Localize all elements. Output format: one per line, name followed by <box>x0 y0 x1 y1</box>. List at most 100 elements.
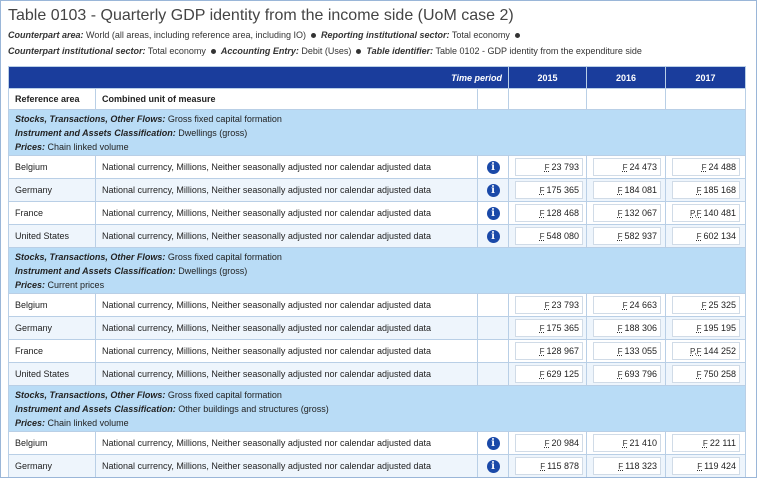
value-cell[interactable]: F 23 793 <box>508 293 588 317</box>
value-cell[interactable]: F 24 488 <box>665 155 747 179</box>
unit-of-measure-header[interactable]: Combined unit of measure <box>95 88 478 110</box>
info-cell <box>476 293 510 317</box>
observation-flag[interactable]: F <box>697 232 702 241</box>
year-header[interactable]: 2016 <box>586 66 667 89</box>
dimension-label: Prices: <box>15 417 46 428</box>
dimension-label: Stocks, Transactions, Other Flows: <box>15 251 166 262</box>
year-header[interactable]: 2017 <box>665 66 747 89</box>
value-cell[interactable]: F 582 937 <box>586 224 667 248</box>
value-box: F 25 325 <box>672 296 741 314</box>
value-cell[interactable]: F 25 325 <box>665 293 747 317</box>
value-cell[interactable]: F 128 468 <box>508 201 588 225</box>
value-cell[interactable]: F 21 410 <box>586 431 667 455</box>
value-cell[interactable]: F 115 878 <box>508 454 588 477</box>
value-cell[interactable]: F 133 055 <box>586 339 667 363</box>
filter-label: Table identifier: <box>366 46 434 56</box>
time-period-header: Time period <box>7 66 510 89</box>
value-cell[interactable]: F 548 080 <box>508 224 588 248</box>
info-icon[interactable]: i <box>486 206 500 220</box>
observation-flag[interactable]: F <box>618 370 623 379</box>
observation-flag[interactable]: F <box>618 324 623 333</box>
observation-flag[interactable]: F <box>623 163 628 172</box>
value-box: F 23 793 <box>515 296 584 314</box>
value-cell[interactable]: F 184 081 <box>586 178 667 202</box>
value-cell[interactable]: F 629 125 <box>508 362 588 386</box>
filter-label: Accounting Entry: <box>220 46 299 56</box>
observation-flag[interactable]: F <box>540 186 545 195</box>
observation-flag[interactable]: F <box>623 439 628 448</box>
info-icon[interactable]: i <box>486 229 500 243</box>
value-cell[interactable]: F 128 967 <box>508 339 588 363</box>
value-cell[interactable]: F 119 424 <box>665 454 747 477</box>
dimension-group-cell: Stocks, Transactions, Other Flows: Gross… <box>7 247 747 294</box>
reference-area-header[interactable]: Reference area <box>8 88 96 110</box>
value-box: F 115 878 <box>515 457 584 475</box>
value-cell[interactable]: P,F 144 252 <box>665 339 747 363</box>
observation-flag[interactable]: F <box>618 209 623 218</box>
unit-cell: National currency, Millions, Neither sea… <box>95 224 478 248</box>
value-box: F 693 796 <box>593 365 662 383</box>
value-cell[interactable]: F 175 365 <box>508 316 588 340</box>
observation-flag[interactable]: F <box>618 186 623 195</box>
unit-cell: National currency, Millions, Neither sea… <box>95 339 478 363</box>
observation-value: 22 111 <box>709 438 737 448</box>
observation-flag[interactable]: F <box>702 301 707 310</box>
info-cell <box>476 339 510 363</box>
observation-flag[interactable]: F <box>697 186 702 195</box>
value-box: F 24 663 <box>593 296 662 314</box>
value-cell[interactable]: F 24 473 <box>586 155 667 179</box>
observation-flag[interactable]: F <box>545 301 550 310</box>
value-cell[interactable]: F 693 796 <box>586 362 667 386</box>
value-cell[interactable]: F 602 134 <box>665 224 747 248</box>
observation-flag[interactable]: P,F <box>690 209 701 218</box>
unit-cell: National currency, Millions, Neither sea… <box>95 201 478 225</box>
observation-value: 175 365 <box>546 323 580 333</box>
observation-flag[interactable]: F <box>697 462 702 471</box>
value-cell[interactable]: F 750 258 <box>665 362 747 386</box>
observation-flag[interactable]: F <box>540 462 545 471</box>
dimension-value: Chain linked volume <box>47 141 129 152</box>
observation-flag[interactable]: P,F <box>690 347 701 356</box>
observation-flag[interactable]: F <box>540 209 545 218</box>
observation-flag[interactable]: F <box>697 370 702 379</box>
observation-flag[interactable]: F <box>702 163 707 172</box>
observation-flag[interactable]: F <box>697 324 702 333</box>
year-header[interactable]: 2015 <box>508 66 588 89</box>
filter-value: Total economy <box>147 46 206 56</box>
observation-flag[interactable]: F <box>545 439 550 448</box>
value-box: F 175 365 <box>515 319 584 337</box>
observation-flag[interactable]: F <box>618 232 623 241</box>
observation-flag[interactable]: F <box>540 347 545 356</box>
value-box: F 132 067 <box>593 204 662 222</box>
value-cell[interactable]: F 185 168 <box>665 178 747 202</box>
reference-area-cell: Germany <box>8 454 96 477</box>
observation-value: 23 793 <box>551 300 580 310</box>
observation-flag[interactable]: F <box>618 347 623 356</box>
value-cell[interactable]: F 24 663 <box>586 293 667 317</box>
info-icon[interactable]: i <box>486 459 500 473</box>
value-cell[interactable]: F 195 195 <box>665 316 747 340</box>
value-cell[interactable]: F 118 323 <box>586 454 667 477</box>
value-cell[interactable]: F 175 365 <box>508 178 588 202</box>
observation-value: 188 306 <box>624 323 658 333</box>
observation-value: 750 258 <box>703 369 737 379</box>
info-icon[interactable]: i <box>486 436 500 450</box>
value-cell[interactable]: F 132 067 <box>586 201 667 225</box>
value-cell[interactable]: F 23 793 <box>508 155 588 179</box>
observation-flag[interactable]: F <box>618 462 623 471</box>
observation-flag[interactable]: F <box>540 232 545 241</box>
value-cell[interactable]: F 22 111 <box>665 431 747 455</box>
info-icon[interactable]: i <box>486 183 500 197</box>
observation-flag[interactable]: F <box>703 439 708 448</box>
value-cell[interactable]: F 20 984 <box>508 431 588 455</box>
info-icon[interactable]: i <box>486 160 500 174</box>
value-box: F 582 937 <box>593 227 662 245</box>
observation-flag[interactable]: F <box>540 324 545 333</box>
observation-flag[interactable]: F <box>545 163 550 172</box>
filter-value: Debit (Uses) <box>301 46 352 56</box>
observation-flag[interactable]: F <box>540 370 545 379</box>
value-cell[interactable]: F 188 306 <box>586 316 667 340</box>
observation-flag[interactable]: F <box>623 301 628 310</box>
table-row: Belgium National currency, Millions, Neit… <box>8 293 747 317</box>
value-cell[interactable]: P,F 140 481 <box>665 201 747 225</box>
